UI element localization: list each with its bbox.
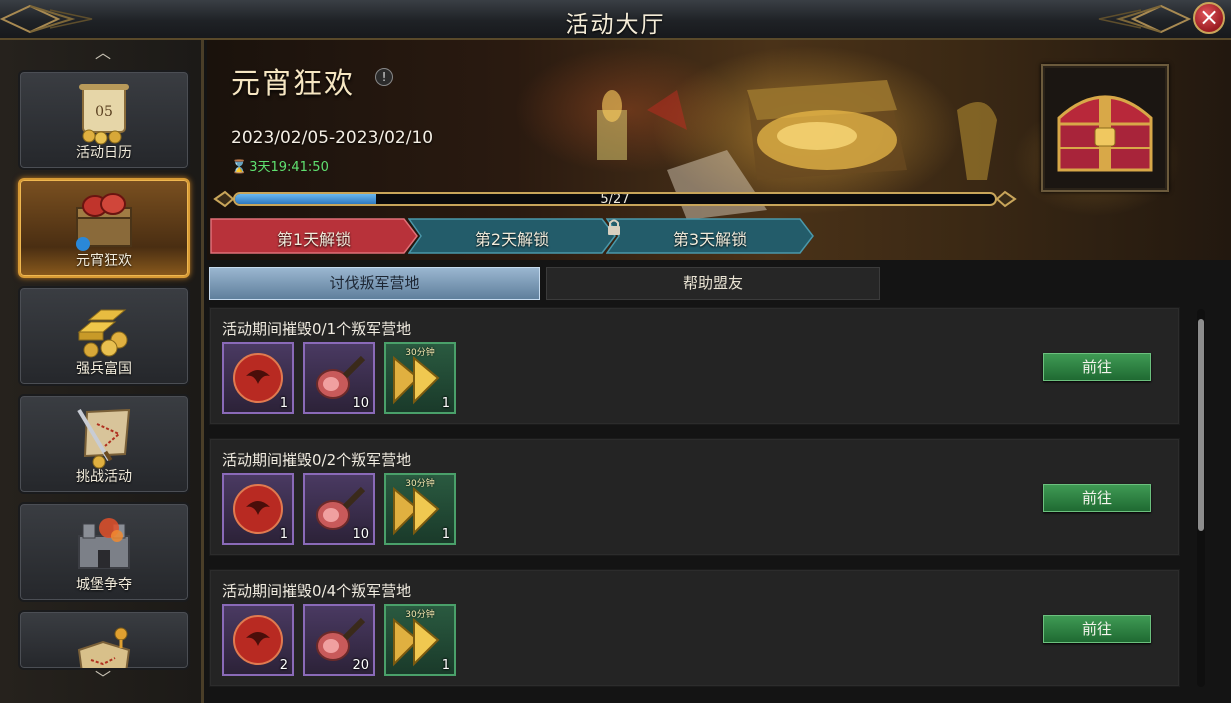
scrollbar-thumb[interactable] [1198, 319, 1204, 531]
reward-slot[interactable]: 1 [222, 342, 294, 414]
progress-cap-right-icon [995, 190, 1017, 208]
reward-slot[interactable]: 30分钟 1 [384, 473, 456, 545]
sidebar-item-strong-army[interactable]: 强兵富国 [18, 286, 190, 386]
tab-label: 第3天解锁 [672, 230, 748, 249]
reward-quantity: 2 [279, 658, 288, 673]
window-title: 活动大厅 [565, 12, 666, 38]
sidebar-item-label: 强兵富国 [76, 361, 132, 377]
tab-help-allies[interactable]: 帮助盟友 [546, 267, 880, 300]
reward-duration: 30分钟 [405, 348, 435, 358]
tab-label: 第1天解锁 [276, 230, 352, 249]
reward-slot[interactable]: 1 [222, 473, 294, 545]
event-dates: 2023/02/05-2023/02/10 [231, 128, 434, 148]
reward-chest-preview[interactable] [1041, 64, 1169, 192]
tab-day-3[interactable]: 第3天解锁 [606, 218, 814, 254]
day-unlock-tabs: 第1天解锁 第2天解锁 第3天解锁 [210, 218, 830, 254]
quest-list: 活动期间摧毁0/1个叛军营地 1 10 30分钟 1 前往 活动期间摧毁0/2个… [207, 305, 1231, 703]
activity-sidebar: ︿ 05 活动日历 元宵狂欢 强兵富国 挑战活动 城堡争夺 ﹀ [0, 40, 204, 703]
go-button[interactable]: 前往 [1043, 484, 1151, 512]
reward-quantity: 1 [441, 658, 450, 673]
list-item: 活动期间摧毁0/2个叛军营地 1 10 30分钟 1 前往 [209, 438, 1180, 556]
sidebar-item-label: 元宵狂欢 [76, 253, 132, 269]
tab-day-1[interactable]: 第1天解锁 [210, 218, 418, 254]
gold-bars-icon [77, 309, 128, 358]
event-countdown: ⌛ 3天19:41:50 [231, 156, 329, 175]
hourglass-icon: ⌛ [231, 160, 248, 175]
reward-quantity: 10 [352, 396, 369, 411]
sidebar-item-label: 挑战活动 [76, 469, 132, 485]
red-treasure-chest-icon [1057, 95, 1153, 172]
calendar-scroll-icon: 05 [79, 84, 129, 145]
reward-slot[interactable]: 10 [303, 473, 375, 545]
reward-slot[interactable]: 20 [303, 604, 375, 676]
reward-duration: 30分钟 [405, 610, 435, 620]
quest-list-scrollbar[interactable] [1197, 309, 1205, 687]
ornament-right-icon [1098, 4, 1191, 34]
quest-title: 活动期间摧毁0/1个叛军营地 [222, 320, 412, 338]
reward-slot[interactable]: 10 [303, 342, 375, 414]
treasure-map-icon [77, 627, 131, 668]
progress-cap-left-icon [213, 190, 235, 208]
go-button[interactable]: 前往 [1043, 615, 1151, 643]
info-icon[interactable]: ! [375, 68, 393, 86]
sidebar-item-castle-battle[interactable]: 城堡争夺 [18, 502, 190, 602]
sidebar-item-treasure-map[interactable] [18, 610, 190, 670]
tab-label: 第2天解锁 [474, 230, 550, 249]
sidebar-scroll-down-icon[interactable]: ﹀ [90, 670, 116, 688]
progress-bar: 5/27 [233, 192, 997, 206]
reward-quantity: 20 [352, 658, 369, 673]
reward-slot[interactable]: 30分钟 1 [384, 342, 456, 414]
event-title: 元宵狂欢 [231, 66, 356, 100]
reward-quantity: 1 [279, 396, 288, 411]
reward-quantity: 1 [279, 527, 288, 542]
reward-slot[interactable]: 2 [222, 604, 294, 676]
sidebar-item-calendar[interactable]: 05 活动日历 [18, 70, 190, 170]
list-item: 活动期间摧毁0/4个叛军营地 2 20 30分钟 1 前往 [209, 569, 1180, 687]
sidebar-item-label: 活动日历 [76, 145, 132, 161]
go-button[interactable]: 前往 [1043, 353, 1151, 381]
sidebar-scroll-up-icon[interactable]: ︿ [90, 44, 116, 62]
reward-quantity: 1 [441, 396, 450, 411]
quest-title: 活动期间摧毁0/2个叛军营地 [222, 451, 412, 469]
reward-duration: 30分钟 [405, 479, 435, 489]
svg-text:05: 05 [95, 104, 113, 120]
close-icon: × [1198, 3, 1220, 31]
quest-title: 活动期间摧毁0/4个叛军营地 [222, 582, 412, 600]
treasure-crate-icon [76, 193, 132, 251]
sidebar-item-lantern-festival[interactable]: 元宵狂欢 [18, 178, 190, 278]
tab-destroy-rebel-camp[interactable]: 讨伐叛军营地 [209, 267, 540, 300]
progress-text: 5/27 [600, 192, 630, 206]
event-banner: 元宵狂欢 ! 2023/02/05-2023/02/10 ⌛ 3天19:41:50… [207, 40, 1231, 260]
reward-quantity: 1 [441, 527, 450, 542]
sidebar-item-label: 城堡争夺 [76, 577, 132, 593]
list-item: 活动期间摧毁0/1个叛军营地 1 10 30分钟 1 前往 [209, 307, 1180, 425]
reward-slot[interactable]: 30分钟 1 [384, 604, 456, 676]
sidebar-item-challenge[interactable]: 挑战活动 [18, 394, 190, 494]
title-bar: 活动大厅 × [0, 0, 1231, 40]
close-button[interactable]: × [1193, 2, 1225, 34]
countdown-text: 3天19:41:50 [249, 160, 329, 175]
tab-day-2[interactable]: 第2天解锁 [408, 218, 616, 254]
reward-quantity: 10 [352, 527, 369, 542]
sword-map-icon [77, 408, 131, 469]
castle-icon [78, 518, 130, 569]
event-progress: 5/27 [213, 188, 1017, 210]
